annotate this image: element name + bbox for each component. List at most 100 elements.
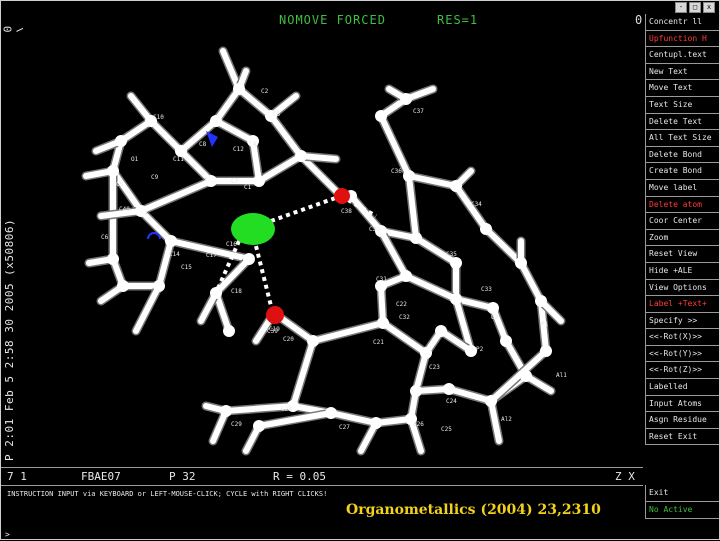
carbon-atom[interactable] (210, 287, 222, 299)
menu-item[interactable]: Text Size (645, 96, 719, 114)
atom-label: C15 (181, 264, 192, 271)
molecule-drawing[interactable]: C10 C11 C12 C8 C9 C7 C1 C2 C3 C4 C5 C6 C14C15 C16 C17 C… (23, 11, 643, 467)
carbon-atom[interactable] (400, 93, 412, 105)
carbon-atom[interactable] (220, 405, 232, 417)
carbon-atom[interactable] (450, 180, 462, 192)
maximize-button[interactable]: □ (689, 2, 701, 13)
carbon-atom[interactable] (115, 135, 127, 147)
bond (406, 173, 419, 241)
menu-item[interactable]: All Text Size (645, 130, 719, 147)
menu-item[interactable]: Move label (645, 179, 719, 197)
carbon-atom[interactable] (210, 115, 222, 127)
bond (268, 113, 304, 159)
atom-label: Al1 (556, 372, 567, 379)
carbon-atom[interactable] (487, 302, 499, 314)
menu-item[interactable]: Delete atom (645, 196, 719, 214)
atom-label: C6 (101, 234, 109, 241)
bond (378, 113, 412, 179)
status-pg: P 32 (169, 470, 196, 483)
carbon-atom[interactable] (540, 345, 552, 357)
carbon-atom[interactable] (450, 293, 462, 305)
menu-item[interactable]: Coor Center (645, 213, 719, 230)
carbon-atom[interactable] (370, 417, 382, 429)
carbon-atom[interactable] (377, 317, 389, 329)
carbon-atom[interactable] (223, 325, 235, 337)
menu-item[interactable]: Upfunction H (645, 30, 719, 48)
command-prompt[interactable]: > (5, 530, 10, 539)
menu-item[interactable]: View Options (645, 279, 719, 297)
close-button[interactable]: x (703, 2, 715, 13)
menu-item[interactable]: Centupl.text (645, 47, 719, 64)
atom-label: C4 (249, 141, 257, 148)
carbon-atom[interactable] (307, 335, 319, 347)
residue-indicator: RES=1 (437, 13, 479, 27)
carbon-atom[interactable] (400, 270, 412, 282)
oxygen-atom[interactable] (266, 306, 284, 324)
carbon-atom[interactable] (515, 257, 527, 269)
carbon-atom[interactable] (205, 175, 217, 187)
menu-item[interactable]: Delete Bond (645, 146, 719, 164)
carbon-atom[interactable] (520, 370, 532, 382)
carbon-atom[interactable] (535, 295, 547, 307)
menu-item[interactable]: Reset View (645, 246, 719, 263)
exit-button[interactable]: Exit (645, 485, 719, 502)
menu-item[interactable]: Delete Text (645, 113, 719, 131)
menu-item[interactable]: <<-Rot(X)>> (645, 329, 719, 346)
carbon-atom[interactable] (450, 257, 462, 269)
menu-item[interactable]: New Text (645, 63, 719, 81)
instruction-text: INSTRUCTION INPUT via KEYBOARD or LEFT-M… (7, 490, 328, 498)
no-active-button[interactable]: No Active (645, 502, 719, 519)
carbon-atom[interactable] (233, 83, 245, 95)
carbon-atom[interactable] (295, 150, 307, 162)
carbon-atom[interactable] (243, 253, 255, 265)
menu-item[interactable]: Specify >> (645, 312, 719, 330)
carbon-atom[interactable] (107, 165, 119, 177)
minimize-button[interactable]: - (675, 2, 687, 13)
carbon-atom[interactable] (480, 223, 492, 235)
carbon-atom[interactable] (375, 110, 387, 122)
carbon-atom[interactable] (253, 175, 265, 187)
atom-label: P1 (541, 321, 549, 328)
menu-item[interactable]: Reset Exit (645, 428, 719, 446)
carbon-atom[interactable] (135, 205, 147, 217)
carbon-atom[interactable] (435, 325, 447, 337)
menu-item[interactable]: Labelled (645, 379, 719, 396)
carbon-atom[interactable] (420, 347, 432, 359)
carbon-atom[interactable] (253, 420, 265, 432)
atom-label: C27 (339, 424, 350, 431)
carbon-atom[interactable] (443, 383, 455, 395)
molecule-viewport[interactable]: C10 C11 C12 C8 C9 C7 C1 C2 C3 C4 C5 C6 C14 C15 C16 C17 C… (23, 11, 643, 467)
bond (213, 118, 256, 144)
console-area[interactable]: INSTRUCTION INPUT via KEYBOARD or LEFT-M… (1, 485, 643, 541)
carbon-atom[interactable] (410, 385, 422, 397)
atom-label: C32 (399, 314, 410, 321)
carbon-atom[interactable] (153, 280, 165, 292)
menu-item[interactable]: Move Text (645, 80, 719, 97)
oxygen-atom[interactable] (334, 188, 350, 204)
carbon-atom[interactable] (117, 280, 129, 292)
carbon-atom[interactable] (325, 407, 337, 419)
carbon-atom[interactable] (500, 335, 512, 347)
atom-label: C21 (373, 339, 384, 346)
atom-label: C11 (173, 156, 184, 163)
menu-item[interactable]: Asgn Residue (645, 412, 719, 429)
carbon-atom[interactable] (485, 395, 497, 407)
carbon-atom[interactable] (410, 232, 422, 244)
menu-item[interactable]: Create Bond (645, 163, 719, 180)
nitrogen-atom[interactable] (206, 131, 218, 147)
menu-item[interactable]: <<-Rot(Y)>> (645, 345, 719, 363)
atom-label: C8 (199, 141, 207, 148)
carbon-atom[interactable] (165, 235, 177, 247)
menu-item[interactable]: Hide +ALE (645, 262, 719, 280)
atom-label: P2 (476, 346, 484, 353)
menu-item[interactable]: Zoom (645, 229, 719, 247)
window-controls: - □ x (675, 2, 715, 13)
carbon-atom[interactable] (403, 170, 415, 182)
menu-item[interactable]: Input Atoms (645, 395, 719, 413)
menu-item[interactable]: Label +Text+ (645, 296, 719, 313)
atom-label: C12 (233, 146, 244, 153)
menu-item[interactable]: Concentr ll (645, 14, 719, 31)
metal-atom[interactable] (231, 213, 275, 245)
carbon-atom[interactable] (107, 253, 119, 265)
menu-item[interactable]: <<-Rot(Z)>> (645, 362, 719, 380)
